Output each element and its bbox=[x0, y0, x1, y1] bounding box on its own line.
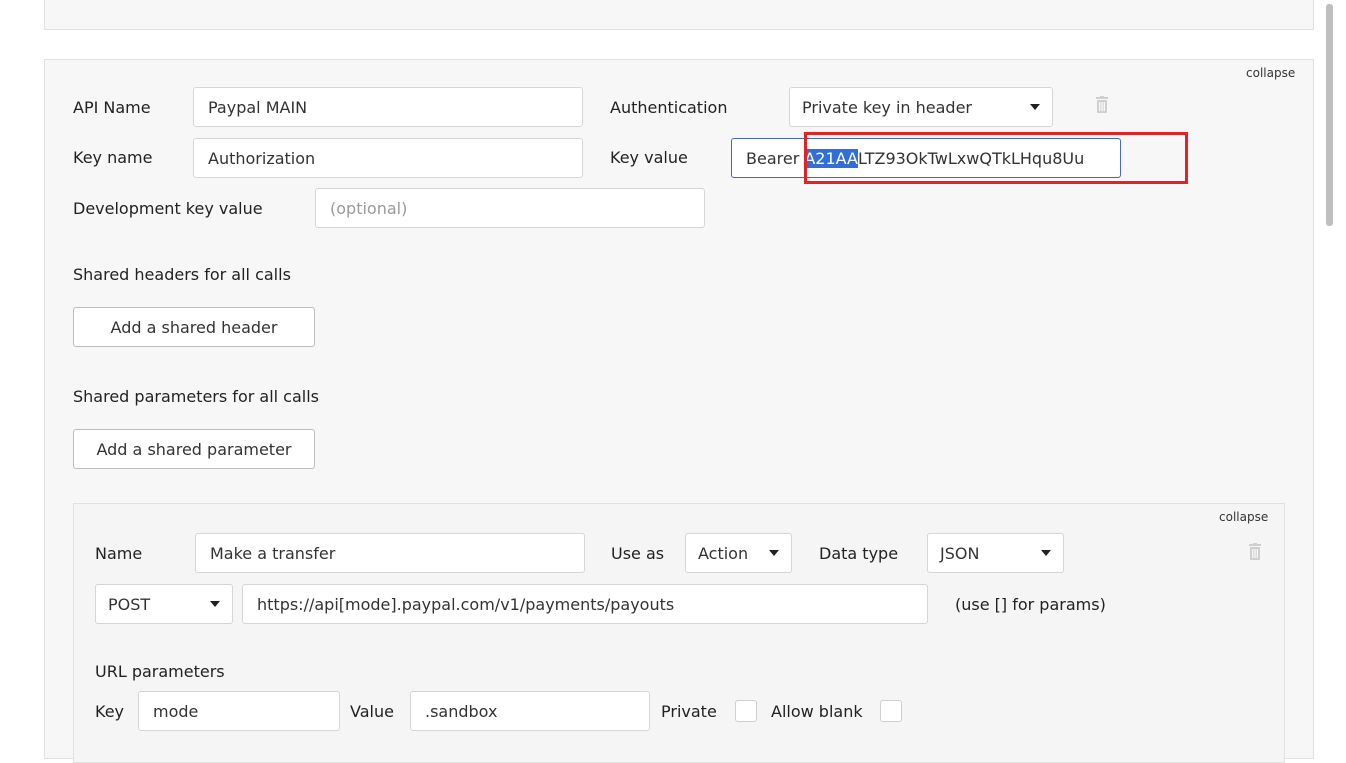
api-name-label: API Name bbox=[73, 98, 151, 117]
param-value-label: Value bbox=[350, 702, 394, 721]
data-type-select[interactable]: JSON bbox=[927, 533, 1064, 573]
allow-blank-checkbox[interactable] bbox=[880, 700, 902, 722]
data-type-label: Data type bbox=[819, 544, 899, 563]
param-key-label: Key bbox=[95, 702, 125, 721]
url-params-label: URL parameters bbox=[95, 662, 225, 681]
shared-params-label: Shared parameters for all calls bbox=[73, 387, 319, 406]
param-key-input[interactable]: mode bbox=[138, 691, 340, 731]
key-name-label: Key name bbox=[73, 148, 153, 167]
url-hint: (use [] for params) bbox=[955, 595, 1106, 614]
add-shared-header-button[interactable]: Add a shared header bbox=[73, 307, 315, 347]
data-type-select-value: JSON bbox=[940, 543, 980, 563]
use-as-select[interactable]: Action bbox=[685, 533, 792, 573]
api-name-input[interactable]: Paypal MAIN bbox=[193, 87, 583, 127]
authentication-select-value: Private key in header bbox=[802, 97, 972, 117]
private-checkbox[interactable] bbox=[735, 700, 757, 722]
trash-icon[interactable] bbox=[1248, 543, 1262, 561]
vertical-scrollbar-thumb[interactable] bbox=[1326, 4, 1333, 226]
authentication-label: Authentication bbox=[610, 98, 728, 117]
caret-down-icon bbox=[1041, 550, 1051, 556]
url-input[interactable]: https://api[mode].paypal.com/v1/payments… bbox=[242, 584, 928, 624]
annotation-highlight-box bbox=[804, 132, 1188, 184]
key-name-input[interactable]: Authorization bbox=[193, 138, 583, 178]
add-shared-param-button[interactable]: Add a shared parameter bbox=[73, 429, 315, 469]
allow-blank-label: Allow blank bbox=[771, 702, 863, 721]
dev-key-input[interactable]: (optional) bbox=[315, 188, 705, 228]
method-select[interactable]: POST bbox=[95, 584, 233, 624]
caret-down-icon bbox=[1030, 104, 1040, 110]
authentication-select[interactable]: Private key in header bbox=[789, 87, 1053, 127]
caret-down-icon bbox=[769, 550, 779, 556]
shared-headers-label: Shared headers for all calls bbox=[73, 265, 291, 284]
method-select-value: POST bbox=[108, 594, 151, 614]
call-name-input[interactable]: Make a transfer bbox=[195, 533, 585, 573]
dev-key-label: Development key value bbox=[73, 199, 263, 218]
key-value-label: Key value bbox=[610, 148, 688, 167]
call-name-label: Name bbox=[95, 544, 143, 563]
param-value-input[interactable]: .sandbox bbox=[410, 691, 650, 731]
call-collapse-link[interactable]: collapse bbox=[1219, 510, 1268, 524]
key-value-prefix: Bearer bbox=[746, 148, 805, 168]
api-collapse-link[interactable]: collapse bbox=[1246, 66, 1295, 80]
previous-panel bbox=[44, 0, 1314, 30]
use-as-label: Use as bbox=[611, 544, 665, 563]
use-as-select-value: Action bbox=[698, 543, 749, 563]
caret-down-icon bbox=[210, 601, 220, 607]
trash-icon[interactable] bbox=[1095, 96, 1109, 114]
private-label: Private bbox=[661, 702, 717, 721]
